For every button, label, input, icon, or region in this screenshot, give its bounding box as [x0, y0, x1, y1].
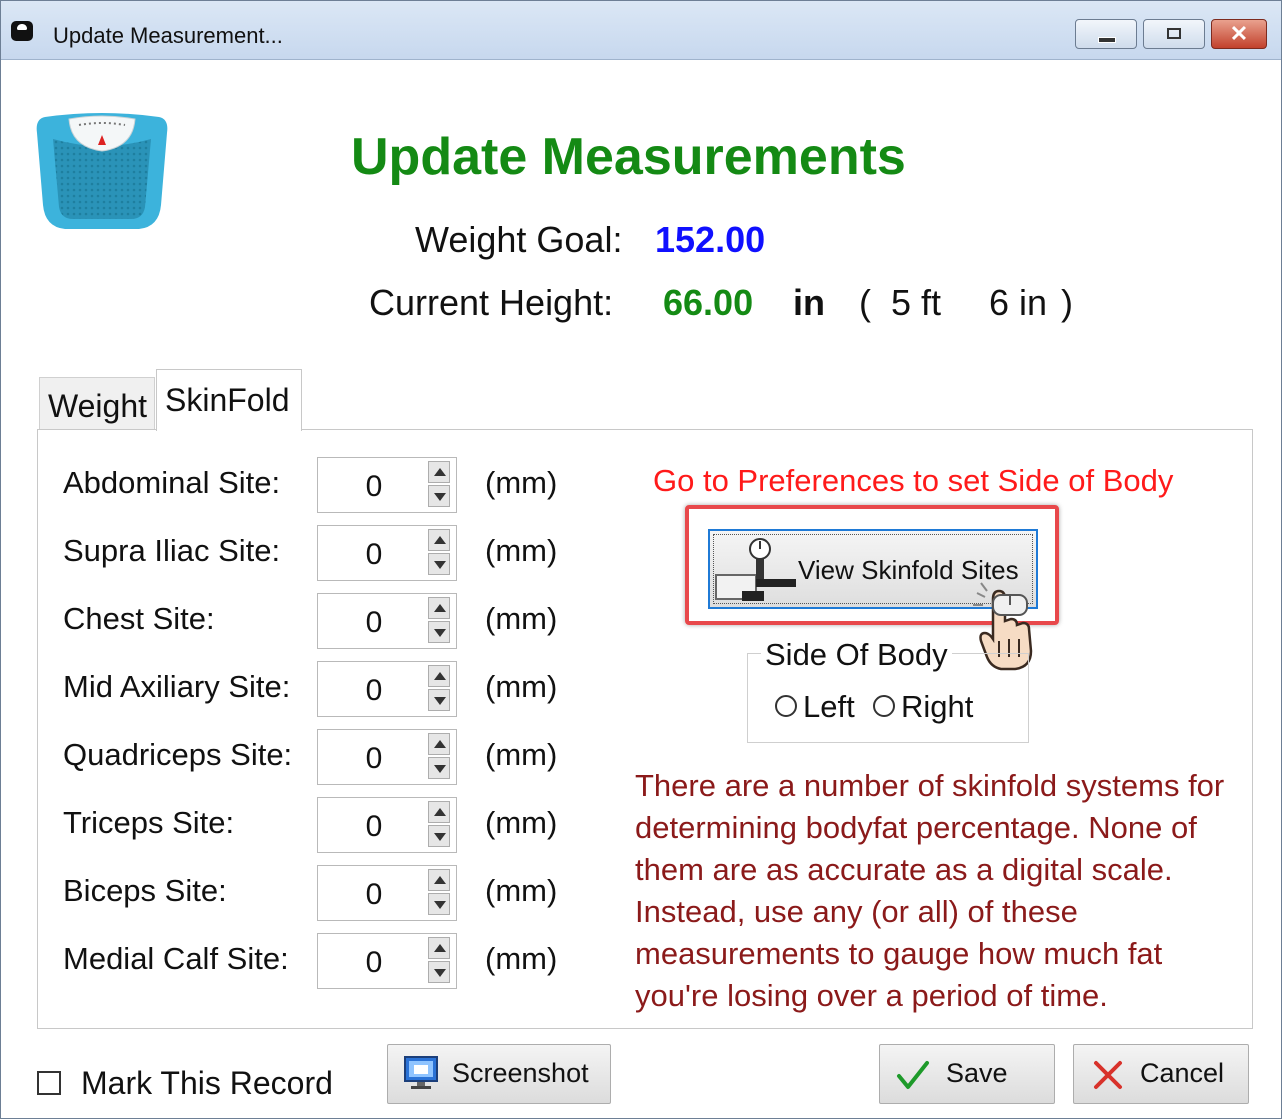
spinbox-value[interactable]: 0: [318, 606, 430, 640]
mark-record-label[interactable]: Mark This Record: [81, 1065, 333, 1102]
spin-up-button[interactable]: [428, 937, 450, 959]
height-inches: 6 in: [989, 282, 1048, 323]
spin-down-button[interactable]: [428, 485, 450, 507]
skinfold-info-text: There are a number of skinfold systems f…: [635, 768, 1225, 1013]
height-label: Current Height:: [369, 282, 614, 323]
quadriceps-spinbox[interactable]: 0: [317, 729, 457, 785]
scale-icon: [36, 113, 168, 229]
spin-down-button[interactable]: [428, 689, 450, 711]
spinbox-value[interactable]: 0: [318, 810, 430, 844]
screenshot-label: Screenshot: [452, 1058, 589, 1088]
site-unit: (mm): [485, 601, 558, 636]
site-label: Chest Site:: [63, 601, 215, 636]
spinbox-value[interactable]: 0: [318, 742, 430, 776]
spinbox-value[interactable]: 0: [318, 470, 430, 504]
close-icon: ✕: [1229, 21, 1249, 46]
height-value: 66.00: [663, 282, 754, 323]
checkmark-icon: [897, 1061, 929, 1089]
spinbox-value[interactable]: 0: [318, 674, 430, 708]
checkbox-box[interactable]: [37, 1071, 61, 1095]
spin-down-button[interactable]: [428, 825, 450, 847]
paren-close: ): [1061, 282, 1073, 323]
site-unit: (mm): [485, 805, 558, 840]
site-unit: (mm): [485, 465, 558, 500]
site-unit: (mm): [485, 533, 558, 568]
spinbox-value[interactable]: 0: [318, 878, 430, 912]
spin-up-button[interactable]: [428, 733, 450, 755]
page-title: Update Measurements: [351, 128, 906, 186]
site-label: Medial Calf Site:: [63, 941, 289, 976]
site-label: Mid Axiliary Site:: [63, 669, 291, 704]
abdominal-spinbox[interactable]: 0: [317, 457, 457, 513]
site-label: Triceps Site:: [63, 805, 235, 840]
spin-up-button[interactable]: [428, 597, 450, 619]
site-label: Quadriceps Site:: [63, 737, 293, 772]
mid-axiliary-spinbox[interactable]: 0: [317, 661, 457, 717]
maximize-icon: [1167, 28, 1181, 39]
tab-weight[interactable]: Weight: [39, 377, 155, 429]
site-label: Abdominal Site:: [63, 465, 281, 500]
x-icon: [1094, 1061, 1122, 1089]
radio-circle[interactable]: [775, 695, 797, 717]
triceps-spinbox[interactable]: 0: [317, 797, 457, 853]
spin-down-button[interactable]: [428, 553, 450, 575]
minimize-button[interactable]: [1075, 19, 1137, 49]
spinbox-value[interactable]: 0: [318, 538, 430, 572]
screenshot-icon: [404, 1056, 438, 1089]
spinbox-value[interactable]: 0: [318, 946, 430, 980]
paren-open: (: [859, 282, 871, 323]
chest-spinbox[interactable]: 0: [317, 593, 457, 649]
height-unit: in: [793, 282, 825, 323]
site-label: Supra Iliac Site:: [63, 533, 281, 568]
tab-skinfold[interactable]: SkinFold: [156, 369, 302, 431]
cancel-label: Cancel: [1140, 1058, 1225, 1088]
site-unit: (mm): [485, 669, 558, 704]
maximize-button[interactable]: [1143, 19, 1205, 49]
spin-down-button[interactable]: [428, 757, 450, 779]
biceps-spinbox[interactable]: 0: [317, 865, 457, 921]
spin-up-button[interactable]: [428, 869, 450, 891]
spin-up-button[interactable]: [428, 461, 450, 483]
weight-goal-value: 152.00: [655, 219, 766, 260]
site-unit: (mm): [485, 873, 558, 908]
spin-up-button[interactable]: [428, 529, 450, 551]
close-button[interactable]: ✕: [1211, 19, 1267, 49]
caliper-icon: [715, 538, 796, 601]
radio-circle[interactable]: [873, 695, 895, 717]
update-measurement-window: Update Measurement... ✕ Update Measureme…: [0, 0, 1282, 1119]
app-icon: [11, 21, 33, 41]
preferences-note: Go to Preferences to set Side of Body: [653, 463, 1174, 498]
weight-goal-label: Weight Goal:: [415, 219, 623, 260]
spin-up-button[interactable]: [428, 665, 450, 687]
spin-up-button[interactable]: [428, 801, 450, 823]
screenshot-button[interactable]: Screenshot: [387, 1044, 611, 1104]
spin-down-button[interactable]: [428, 621, 450, 643]
spin-down-button[interactable]: [428, 893, 450, 915]
site-unit: (mm): [485, 941, 558, 976]
save-label: Save: [946, 1058, 1008, 1088]
window-title: Update Measurement...: [53, 23, 283, 48]
radio-label-left[interactable]: Left: [803, 689, 855, 725]
medial-calf-spinbox[interactable]: 0: [317, 933, 457, 989]
minimize-icon: [1098, 37, 1116, 43]
side-of-body-title: Side Of Body: [761, 637, 952, 673]
height-feet: 5 ft: [891, 282, 942, 323]
cancel-button[interactable]: Cancel: [1073, 1044, 1249, 1104]
title-bar[interactable]: Update Measurement... ✕: [1, 1, 1281, 60]
radio-label-right[interactable]: Right: [901, 689, 973, 725]
site-unit: (mm): [485, 737, 558, 772]
spin-down-button[interactable]: [428, 961, 450, 983]
save-button[interactable]: Save: [879, 1044, 1055, 1104]
site-label: Biceps Site:: [63, 873, 227, 908]
supra-iliac-spinbox[interactable]: 0: [317, 525, 457, 581]
